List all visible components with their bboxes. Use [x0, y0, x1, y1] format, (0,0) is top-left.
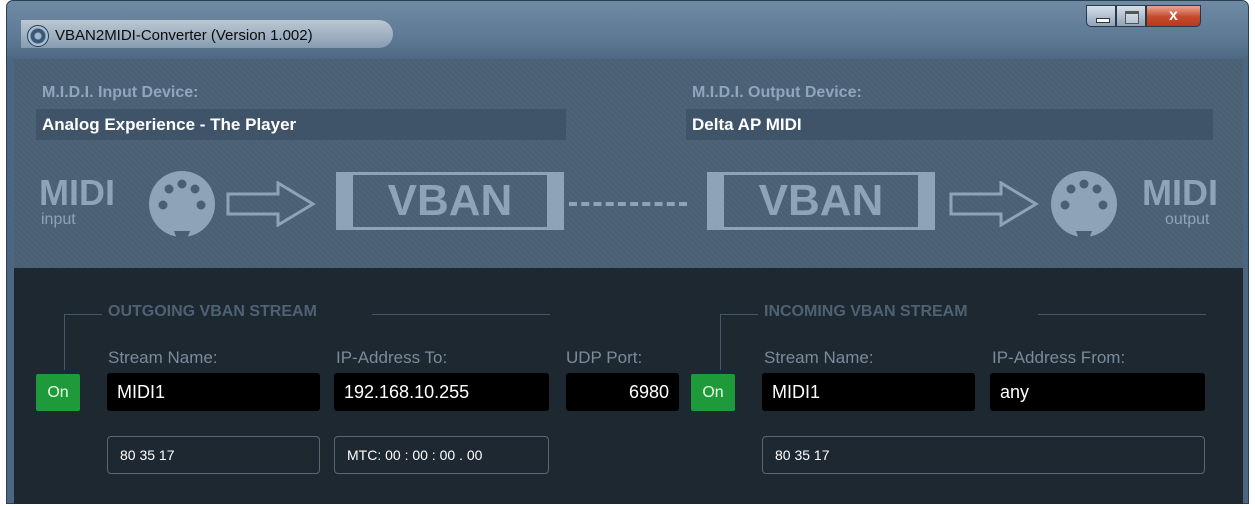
- midi-output-device-select[interactable]: Delta AP MIDI: [686, 109, 1213, 140]
- incoming-ip-input[interactable]: any: [990, 373, 1205, 411]
- incoming-ip-label: IP-Address From:: [992, 348, 1126, 367]
- vban-left-box: VBAN: [336, 172, 564, 230]
- midi-output-label: M.I.D.I. Output Device:: [692, 84, 862, 101]
- incoming-on-button[interactable]: On: [691, 374, 735, 411]
- outgoing-ip-input[interactable]: 192.168.10.255: [334, 373, 549, 411]
- title-bar[interactable]: VBAN2MIDI-Converter (Version 1.002) x: [7, 1, 1248, 48]
- stream-dashes: [569, 202, 687, 206]
- stream-panel: OUTGOING VBAN STREAM Stream Name: IP-Add…: [14, 268, 1243, 504]
- outgoing-frame-line: [372, 314, 550, 315]
- incoming-frame-line: [720, 314, 758, 315]
- midi-input-device-select[interactable]: Analog Experience - The Player: [36, 109, 566, 140]
- incoming-stream-name-label: Stream Name:: [764, 348, 874, 367]
- client-area: M.I.D.I. Input Device: Analog Experience…: [14, 59, 1243, 504]
- outgoing-frame-line: [64, 314, 102, 315]
- arrow-right-icon: [949, 181, 1039, 227]
- midi-din-connector-icon: [1051, 171, 1117, 239]
- incoming-frame-line: [720, 314, 721, 370]
- incoming-midi-monitor: 80 35 17: [762, 436, 1205, 474]
- midi-output-subtitle: output: [1165, 211, 1210, 228]
- minimize-icon: [1096, 18, 1110, 23]
- midi-din-connector-icon: [149, 171, 215, 239]
- midi-input-label: M.I.D.I. Input Device:: [42, 84, 199, 101]
- midi-input-title: MIDI: [39, 172, 115, 213]
- close-button[interactable]: x: [1146, 5, 1201, 27]
- close-icon: x: [1169, 7, 1178, 24]
- udp-port-label: UDP Port:: [566, 348, 643, 367]
- maximize-button[interactable]: [1116, 5, 1146, 27]
- arrow-right-icon: [226, 181, 316, 227]
- outgoing-stream-name-input[interactable]: MIDI1: [107, 373, 320, 411]
- outgoing-frame-line: [64, 314, 65, 370]
- incoming-stream-name-input[interactable]: MIDI1: [762, 373, 975, 411]
- mtc-display: MTC: 00 : 00 : 00 . 00: [334, 436, 549, 474]
- maximize-icon: [1125, 11, 1139, 24]
- window-title: VBAN2MIDI-Converter (Version 1.002): [55, 27, 313, 44]
- vban-right-box: VBAN: [707, 172, 935, 230]
- minimize-button[interactable]: [1086, 5, 1116, 27]
- outgoing-midi-monitor: 80 35 17: [107, 436, 320, 474]
- device-panel: M.I.D.I. Input Device: Analog Experience…: [14, 59, 1243, 268]
- incoming-frame-line: [1038, 314, 1206, 315]
- app-icon[interactable]: [27, 25, 49, 47]
- outgoing-stream-title: OUTGOING VBAN STREAM: [108, 303, 317, 320]
- outgoing-on-button[interactable]: On: [36, 374, 80, 411]
- incoming-stream-title: INCOMING VBAN STREAM: [764, 303, 968, 320]
- midi-input-subtitle: input: [41, 211, 76, 228]
- outgoing-ip-label: IP-Address To:: [336, 348, 448, 367]
- outgoing-stream-name-label: Stream Name:: [108, 348, 218, 367]
- midi-output-title: MIDI: [1142, 172, 1218, 213]
- udp-port-input[interactable]: 6980: [566, 373, 679, 411]
